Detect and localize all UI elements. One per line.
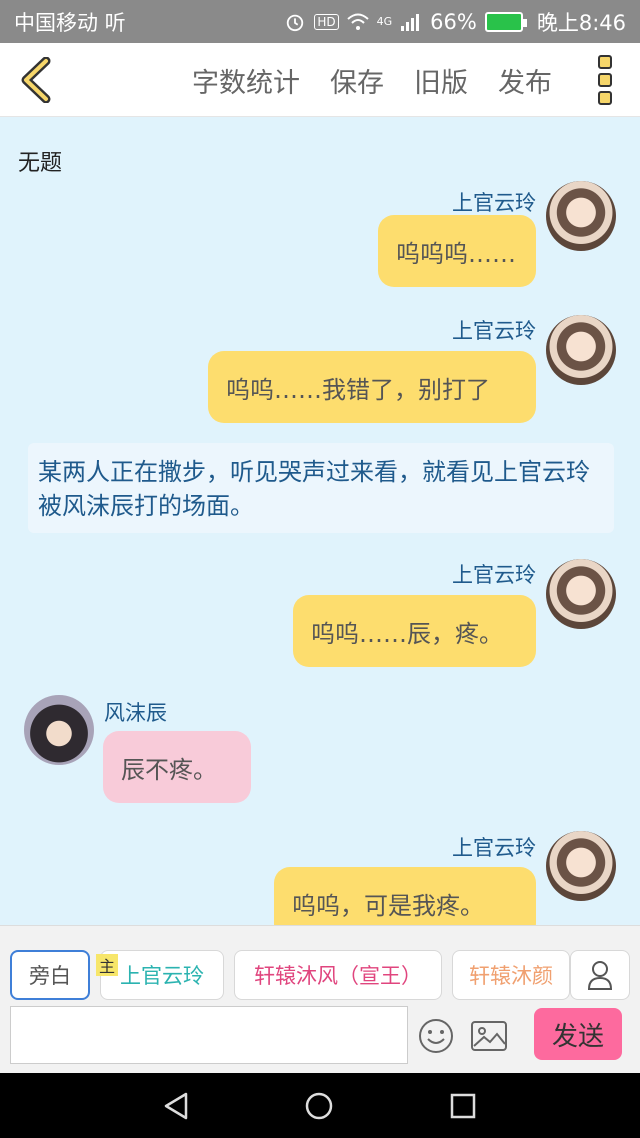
- character-chip-xuanyuan-mufeng[interactable]: 轩辕沐风（宣王）: [234, 950, 442, 1000]
- back-arrow-icon[interactable]: [18, 57, 54, 103]
- publish-button[interactable]: 发布: [498, 61, 552, 100]
- avatar[interactable]: [24, 695, 94, 765]
- status-bar: 中国移动 听 HD 4G 66% 晚上8:46: [0, 0, 640, 43]
- image-icon[interactable]: [470, 1020, 508, 1052]
- character-chip-xuanyuan-muyan[interactable]: 轩辕沐颜: [452, 950, 570, 1000]
- avatar[interactable]: [546, 181, 616, 251]
- wifi-icon: [346, 13, 369, 30]
- character-manager-button[interactable]: [570, 950, 630, 1000]
- status-icons: HD 4G 66% 晚上8:46: [284, 7, 626, 37]
- message-input[interactable]: [10, 1006, 408, 1064]
- system-nav-bar: [0, 1073, 640, 1138]
- recents-nav-icon[interactable]: [448, 1091, 478, 1121]
- clock: 晚上8:46: [536, 10, 626, 35]
- battery-icon: [484, 11, 527, 32]
- message-bubble[interactable]: 呜呜，可是我疼。: [274, 867, 536, 925]
- old-version-button[interactable]: 旧版: [414, 61, 468, 100]
- home-nav-icon[interactable]: [304, 1091, 334, 1121]
- signal-icon: [401, 13, 420, 31]
- user-icon: [587, 961, 613, 990]
- speaker-name: 上官云玲: [452, 319, 536, 343]
- avatar[interactable]: [546, 831, 616, 901]
- save-button[interactable]: 保存: [330, 61, 384, 100]
- network-type: 4G: [376, 15, 393, 28]
- chat-area[interactable]: 无题 上官云玲 呜呜呜…… 上官云玲 呜呜……我错了，别打了 某两人正在撒步，听…: [0, 117, 640, 925]
- toolbar-menu: 字数统计 保存 旧版 发布: [192, 43, 552, 117]
- speaker-name: 风沫辰: [104, 701, 167, 725]
- narration-block[interactable]: 某两人正在撒步，听见哭声过来看，就看见上官云玲被风沫辰打的场面。: [28, 443, 614, 533]
- story-title[interactable]: 无题: [18, 145, 62, 177]
- character-chip-narrator[interactable]: 旁白: [10, 950, 90, 1000]
- emoji-icon[interactable]: [418, 1018, 454, 1054]
- character-chip-shangguan-yunling[interactable]: 上官云玲: [100, 950, 224, 1000]
- back-nav-icon[interactable]: [162, 1091, 192, 1121]
- host-tag: 主: [96, 954, 118, 976]
- avatar[interactable]: [546, 315, 616, 385]
- message-bubble[interactable]: 呜呜……我错了，别打了: [208, 351, 536, 423]
- speaker-name: 上官云玲: [452, 191, 536, 215]
- alarm-icon: [287, 14, 304, 31]
- message-bubble[interactable]: 呜呜……辰，疼。: [293, 595, 536, 667]
- carrier-label: 中国移动 听: [14, 10, 126, 35]
- hd-icon: HD: [314, 13, 339, 30]
- send-button[interactable]: 发送: [534, 1008, 622, 1060]
- message-bubble[interactable]: 呜呜呜……: [378, 215, 536, 287]
- word-count-button[interactable]: 字数统计: [192, 61, 300, 100]
- speaker-name: 上官云玲: [452, 836, 536, 860]
- battery-percent: 66%: [430, 9, 477, 34]
- avatar[interactable]: [546, 559, 616, 629]
- more-options-icon[interactable]: [598, 55, 614, 105]
- message-bubble[interactable]: 辰不疼。: [103, 731, 251, 803]
- composer: 旁白 上官云玲 主 轩辕沐风（宣王） 轩辕沐颜 发送: [0, 925, 640, 1073]
- speaker-name: 上官云玲: [452, 563, 536, 587]
- toolbar: 字数统计 保存 旧版 发布: [0, 43, 640, 117]
